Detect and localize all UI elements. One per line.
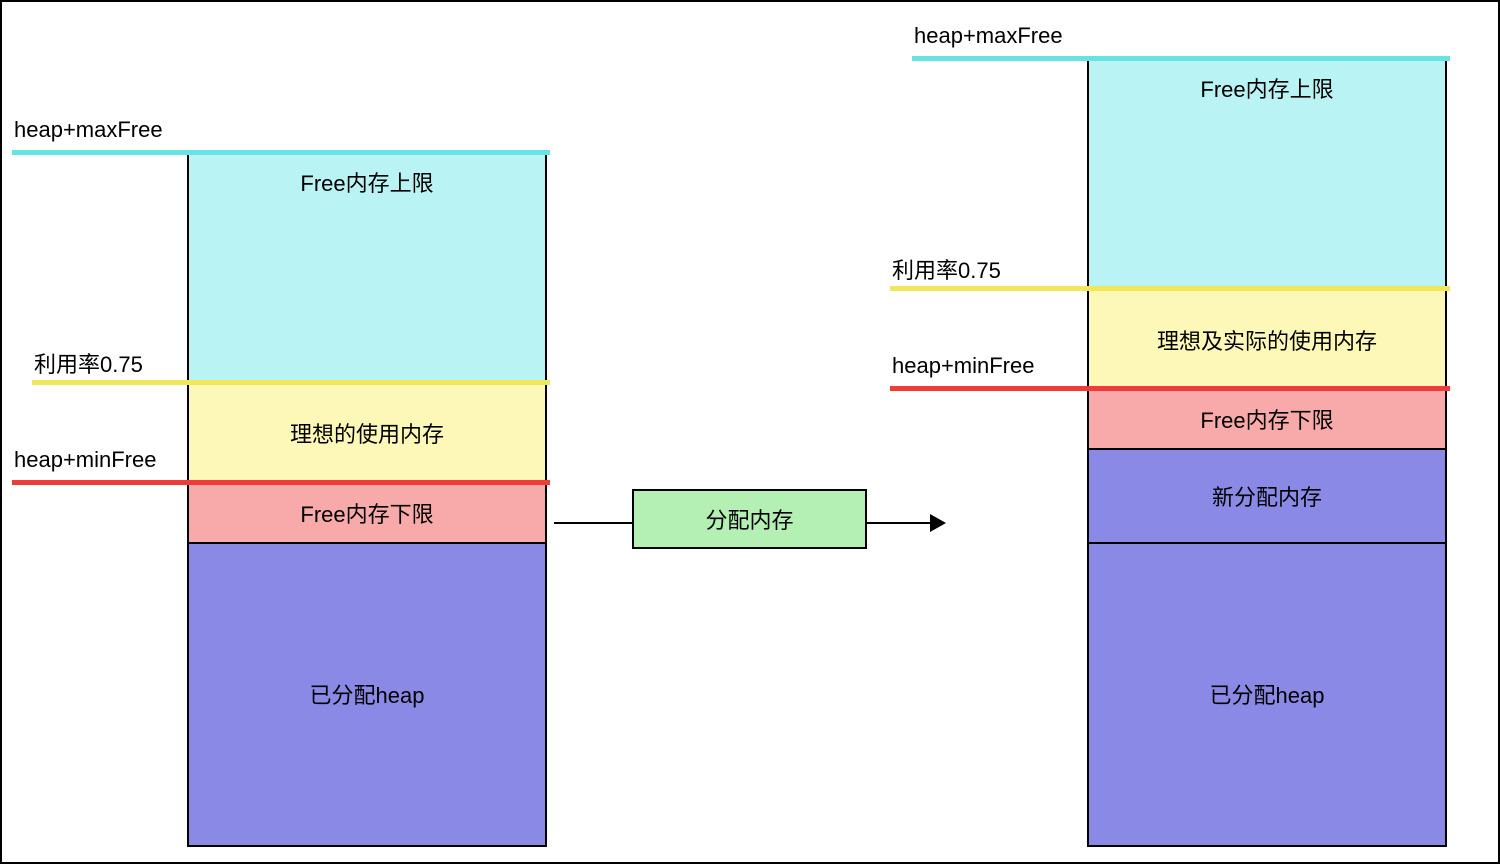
left-line-utilization bbox=[32, 380, 550, 385]
right-line-minfree bbox=[890, 386, 1450, 391]
left-line-minfree bbox=[12, 480, 550, 485]
right-label-utilization: 利用率0.75 bbox=[892, 253, 1001, 285]
right-seg-free-lower: Free内存下限 bbox=[1089, 388, 1445, 448]
left-label-maxfree: heap+maxFree bbox=[14, 117, 163, 143]
right-label-maxfree: heap+maxFree bbox=[914, 23, 1063, 49]
left-seg-allocated: 已分配heap bbox=[189, 542, 545, 845]
right-label-minfree: heap+minFree bbox=[892, 353, 1034, 379]
left-label-minfree: heap+minFree bbox=[14, 447, 156, 473]
left-seg-free-lower: Free内存下限 bbox=[189, 482, 545, 542]
left-line-maxfree bbox=[12, 150, 550, 155]
right-seg-new-alloc: 新分配内存 bbox=[1089, 448, 1445, 542]
left-seg-free-upper: Free内存上限 bbox=[189, 154, 545, 383]
right-line-utilization bbox=[890, 286, 1450, 291]
diagram-canvas: 已分配heap Free内存下限 理想的使用内存 Free内存上限 heap+m… bbox=[0, 0, 1500, 864]
right-seg-allocated: 已分配heap bbox=[1089, 542, 1445, 845]
left-memory-bar: 已分配heap Free内存下限 理想的使用内存 Free内存上限 bbox=[187, 152, 547, 847]
right-seg-ideal-actual: 理想及实际的使用内存 bbox=[1089, 289, 1445, 388]
left-label-utilization: 利用率0.75 bbox=[34, 347, 143, 379]
left-seg-ideal: 理想的使用内存 bbox=[189, 383, 545, 482]
right-memory-bar: 已分配heap 新分配内存 Free内存下限 理想及实际的使用内存 Free内存… bbox=[1087, 58, 1447, 847]
right-seg-free-upper: Free内存上限 bbox=[1089, 60, 1445, 289]
action-box: 分配内存 bbox=[632, 489, 867, 549]
right-line-maxfree bbox=[912, 56, 1450, 61]
